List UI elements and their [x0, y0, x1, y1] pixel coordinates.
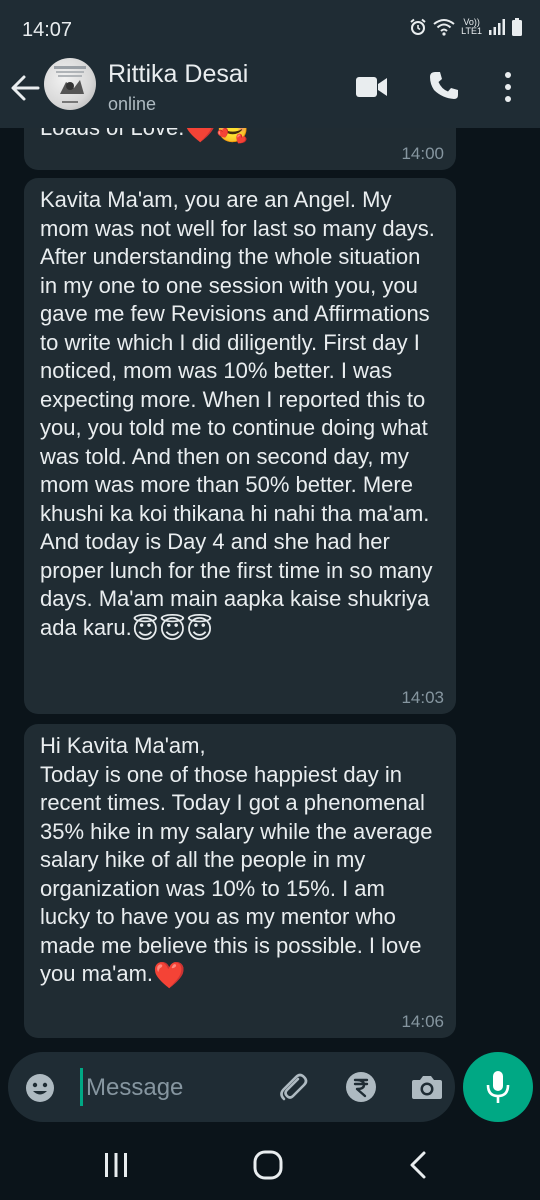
video-camera-icon — [356, 77, 387, 97]
avatar[interactable] — [44, 58, 96, 110]
message-body: Hi Kavita Ma'am, Today is one of those h… — [40, 733, 433, 986]
recent-apps-icon — [105, 1153, 127, 1177]
arrow-left-icon — [11, 75, 40, 101]
chat-screen: 14:07 Vo)) LTE1 Rittika Desai online ❤️🥰… — [0, 0, 540, 1200]
emoji-button[interactable] — [24, 1072, 56, 1104]
message-time: 14:06 — [401, 1012, 444, 1031]
more-vertical-icon — [505, 72, 511, 102]
signal-icon — [489, 19, 505, 35]
message-bubble[interactable]: Loads of Love.❤️🥰 14:00 — [24, 128, 456, 170]
avatar-image — [54, 66, 86, 103]
message-body: Loads of Love. — [40, 128, 184, 140]
camera-icon — [412, 1076, 442, 1099]
text-cursor — [80, 1068, 83, 1106]
back-button[interactable] — [8, 71, 42, 105]
network-label-bottom: LTE1 — [461, 26, 482, 36]
contact-status: online — [108, 94, 157, 114]
menu-button[interactable] — [498, 70, 518, 104]
paperclip-icon — [280, 1073, 308, 1101]
status-bar: 14:07 Vo)) LTE1 — [0, 0, 540, 58]
alarm-icon — [410, 18, 426, 35]
video-call-button[interactable] — [355, 74, 389, 100]
message-text: Loads of Love.❤️🥰 — [40, 128, 440, 144]
message-composer — [8, 1052, 455, 1122]
recent-apps-button[interactable] — [100, 1150, 132, 1180]
message-time: 14:03 — [401, 688, 444, 707]
message-time: 14:00 — [401, 144, 444, 163]
system-back-button[interactable] — [404, 1149, 434, 1181]
message-list[interactable]: Loads of Love.❤️🥰 14:00 Kavita Ma'am, yo… — [0, 128, 540, 1050]
contact-name[interactable]: Rittika Desai — [108, 60, 248, 89]
microphone-icon — [486, 1071, 510, 1103]
home-icon — [253, 1150, 283, 1180]
message-input[interactable] — [84, 1066, 268, 1110]
payment-button[interactable] — [344, 1070, 378, 1104]
camera-button[interactable] — [410, 1070, 444, 1104]
status-icons: Vo)) LTE1 — [409, 18, 522, 36]
message-text: Kavita Ma'am, you are an Angel. My mom w… — [40, 186, 440, 643]
phone-icon — [430, 72, 458, 99]
message-body: Kavita Ma'am, you are an Angel. My mom w… — [40, 187, 435, 640]
network-type: Vo)) LTE1 — [461, 18, 482, 36]
smiley-icon — [26, 1074, 54, 1102]
message-text: Hi Kavita Ma'am, Today is one of those h… — [40, 732, 440, 990]
chat-header: Rittika Desai online — [0, 58, 540, 128]
message-emojis: ❤️🥰 — [184, 128, 250, 144]
message-bubble[interactable]: Hi Kavita Ma'am, Today is one of those h… — [24, 724, 456, 1038]
wifi-icon — [433, 19, 455, 36]
chevron-left-icon — [410, 1151, 426, 1179]
attach-button[interactable] — [276, 1070, 310, 1104]
message-emojis: 😇😇😇 — [131, 613, 214, 644]
system-navigation-bar — [0, 1128, 540, 1200]
rupee-icon — [346, 1072, 376, 1102]
status-time: 14:07 — [22, 19, 73, 41]
message-bubble[interactable]: Kavita Ma'am, you are an Angel. My mom w… — [24, 178, 456, 714]
voice-call-button[interactable] — [428, 70, 460, 102]
home-button[interactable] — [252, 1149, 284, 1181]
message-emojis: ❤️ — [153, 960, 186, 990]
voice-message-button[interactable] — [463, 1052, 533, 1122]
battery-icon — [512, 18, 522, 36]
